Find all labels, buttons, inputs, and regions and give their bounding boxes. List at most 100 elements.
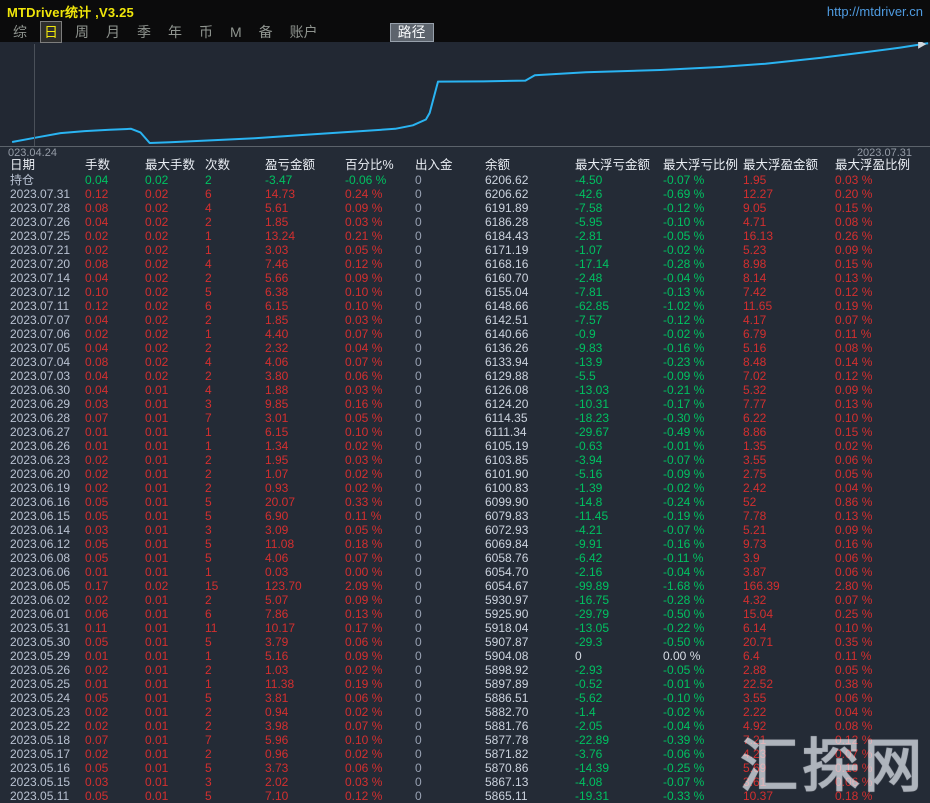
table-row[interactable]: 2023.06.20 0.02 0.01 2 1.07 0.02 % 0 6101.90 -5.… bbox=[10, 467, 930, 481]
cell-pct: 0.06 % bbox=[345, 691, 383, 705]
table-row[interactable]: 2023.07.31 0.12 0.02 6 14.73 0.24 % 0 6206.62 -4… bbox=[10, 187, 930, 201]
cell-balance: 6142.51 bbox=[485, 313, 529, 327]
table-row[interactable]: 2023.07.07 0.04 0.02 2 1.85 0.03 % 0 6142.51 -7.… bbox=[10, 313, 930, 327]
table-row[interactable]: 2023.05.26 0.02 0.01 2 1.03 0.02 % 0 5898.92 -2.… bbox=[10, 663, 930, 677]
cell-max-float-profit: 5.69 bbox=[743, 761, 767, 775]
cell-max-float-profit: 16.13 bbox=[743, 229, 774, 243]
cell-max-lots: 0.02 bbox=[145, 299, 169, 313]
cell-max-float-loss-pct: -0.05 % bbox=[663, 663, 705, 677]
menu-item-month[interactable]: 月 bbox=[103, 22, 123, 42]
table-row[interactable]: 2023.06.06 0.01 0.01 1 0.03 0.00 % 0 6054.70 -2.… bbox=[10, 565, 930, 579]
menu-item-week[interactable]: 周 bbox=[72, 22, 92, 42]
table-row[interactable]: 2023.06.27 0.01 0.01 1 6.15 0.10 % 0 6111.34 -29… bbox=[10, 425, 930, 439]
table-row[interactable]: 2023.05.29 0.01 0.01 1 5.16 0.09 % 0 5904.08 0 0.… bbox=[10, 649, 930, 663]
table-row[interactable]: 2023.05.16 0.05 0.01 5 3.73 0.06 % 0 5870.86 -14… bbox=[10, 761, 930, 775]
table-row[interactable]: 2023.05.22 0.02 0.01 2 3.98 0.07 % 0 5881.76 -2.… bbox=[10, 719, 930, 733]
cell-max-float-profit-pct: 0.26 % bbox=[835, 229, 873, 243]
path-button[interactable]: 路径 bbox=[389, 22, 434, 42]
cell-pct: 0.13 % bbox=[345, 607, 383, 621]
cell-balance: 5871.82 bbox=[485, 747, 529, 761]
column-header-max-float-profit: 最大浮盈金额 bbox=[743, 158, 819, 172]
table-row[interactable]: 2023.07.05 0.04 0.02 2 2.32 0.04 % 0 6136.26 -9.… bbox=[10, 341, 930, 355]
cell-balance: 5907.87 bbox=[485, 635, 529, 649]
cell-balance: 5877.78 bbox=[485, 733, 529, 747]
cell-max-lots: 0.01 bbox=[145, 495, 169, 509]
table-row[interactable]: 2023.07.11 0.12 0.02 6 6.15 0.10 % 0 6148.66 -62… bbox=[10, 299, 930, 313]
menu-item-year[interactable]: 年 bbox=[165, 22, 185, 42]
table-row[interactable]: 2023.07.20 0.08 0.02 4 7.46 0.12 % 0 6168.16 -17… bbox=[10, 257, 930, 271]
menu-item-day[interactable]: 日 bbox=[40, 21, 62, 43]
menu-item-currency[interactable]: 币 bbox=[196, 22, 216, 42]
table-row[interactable]: 2023.07.28 0.08 0.02 4 5.61 0.09 % 0 6191.89 -7.… bbox=[10, 201, 930, 215]
table-row[interactable]: 2023.05.25 0.01 0.01 1 11.38 0.19 % 0 5897.89 -0… bbox=[10, 677, 930, 691]
cell-times: 1 bbox=[205, 649, 212, 663]
cell-date: 2023.06.08 bbox=[10, 551, 71, 565]
cell-lots: 0.12 bbox=[85, 187, 109, 201]
table-row[interactable]: 2023.05.11 0.05 0.01 5 7.10 0.12 % 0 5865.11 -19… bbox=[10, 789, 930, 803]
cell-max-float-profit-pct: 0.06 % bbox=[835, 775, 873, 789]
table-row[interactable]: 2023.06.01 0.06 0.01 6 7.86 0.13 % 0 5925.90 -29… bbox=[10, 607, 930, 621]
table-row[interactable]: 2023.06.12 0.05 0.01 5 11.08 0.18 % 0 6069.84 -9… bbox=[10, 537, 930, 551]
table-row[interactable]: 2023.05.24 0.05 0.01 5 3.81 0.06 % 0 5886.51 -5.… bbox=[10, 691, 930, 705]
table-row[interactable]: 2023.05.17 0.02 0.01 2 0.96 0.02 % 0 5871.82 -3.… bbox=[10, 747, 930, 761]
table-row[interactable]: 2023.06.30 0.04 0.01 4 1.88 0.03 % 0 6126.08 -13… bbox=[10, 383, 930, 397]
table-row[interactable]: 2023.05.30 0.05 0.01 5 3.79 0.06 % 0 5907.87 -29… bbox=[10, 635, 930, 649]
cell-times: 1 bbox=[205, 677, 212, 691]
menu-item-m[interactable]: M bbox=[227, 24, 245, 40]
table-row[interactable]: 2023.06.28 0.07 0.01 7 3.01 0.05 % 0 6114.35 -18… bbox=[10, 411, 930, 425]
menu-bar: 综日周月季年币 M 备账户 路径 bbox=[0, 21, 930, 43]
table-row[interactable]: 2023.06.19 0.02 0.01 2 0.93 0.02 % 0 6100.83 -1.… bbox=[10, 481, 930, 495]
cell-max-float-profit: 4.32 bbox=[743, 593, 767, 607]
table-row[interactable]: 2023.06.29 0.03 0.01 3 9.85 0.16 % 0 6124.20 -10… bbox=[10, 397, 930, 411]
cell-pl: 6.15 bbox=[265, 299, 289, 313]
cell-max-lots: 0.02 bbox=[145, 257, 169, 271]
menu-item-quarter[interactable]: 季 bbox=[134, 22, 154, 42]
cell-max-lots: 0.01 bbox=[145, 621, 169, 635]
cell-date: 2023.06.12 bbox=[10, 537, 71, 551]
table-row[interactable]: 2023.07.25 0.02 0.02 1 13.24 0.21 % 0 6184.43 -2… bbox=[10, 229, 930, 243]
table-row[interactable]: 2023.07.04 0.08 0.02 4 4.06 0.07 % 0 6133.94 -13… bbox=[10, 355, 930, 369]
table-row[interactable]: 2023.06.14 0.03 0.01 3 3.09 0.05 % 0 6072.93 -4.… bbox=[10, 523, 930, 537]
cell-max-lots: 0.01 bbox=[145, 775, 169, 789]
table-row[interactable]: 2023.05.31 0.11 0.01 11 10.17 0.17 % 0 5918.04 -… bbox=[10, 621, 930, 635]
cell-max-float-profit-pct: 0.10 % bbox=[835, 411, 873, 425]
table-row[interactable]: 2023.06.23 0.02 0.01 2 1.95 0.03 % 0 6103.85 -3.… bbox=[10, 453, 930, 467]
cell-lots: 0.08 bbox=[85, 355, 109, 369]
cell-pct: 0.05 % bbox=[345, 411, 383, 425]
site-link[interactable]: http://mtdriver.cn bbox=[827, 4, 923, 19]
cell-balance: 6069.84 bbox=[485, 537, 529, 551]
menu-item-note[interactable]: 备 bbox=[256, 22, 276, 42]
cell-balance: 6114.35 bbox=[485, 411, 528, 425]
cell-pct: 0.10 % bbox=[345, 733, 383, 747]
column-header-max-float-profit-pct: 最大浮盈比例 bbox=[835, 158, 911, 172]
cell-max-lots: 0.01 bbox=[145, 607, 169, 621]
mtdriver-window: MTDriver统计 ,V3.25 http://mtdriver.cn 综日周… bbox=[0, 0, 930, 803]
cell-lots: 0.05 bbox=[85, 495, 109, 509]
cell-max-float-profit-pct: 0.13 % bbox=[835, 397, 873, 411]
table-row[interactable]: 2023.06.02 0.02 0.01 2 5.07 0.09 % 0 5930.97 -16… bbox=[10, 593, 930, 607]
table-row[interactable]: 2023.07.14 0.04 0.02 2 5.66 0.09 % 0 6160.70 -2.… bbox=[10, 271, 930, 285]
menu-item-account[interactable]: 账户 bbox=[287, 22, 321, 42]
table-row[interactable]: 2023.07.21 0.02 0.02 1 3.03 0.05 % 0 6171.19 -1.… bbox=[10, 243, 930, 257]
table-row[interactable]: 2023.05.18 0.07 0.01 7 5.96 0.10 % 0 5877.78 -22… bbox=[10, 733, 930, 747]
cell-max-float-loss-pct: -0.11 % bbox=[663, 551, 704, 565]
cell-in-out: 0 bbox=[415, 705, 422, 719]
table-row[interactable]: 2023.07.12 0.10 0.02 5 6.38 0.10 % 0 6155.04 -7.… bbox=[10, 285, 930, 299]
cell-in-out: 0 bbox=[415, 649, 422, 663]
cell-max-float-loss-pct: -0.01 % bbox=[663, 677, 705, 691]
menu-item-summary[interactable]: 综 bbox=[10, 22, 30, 42]
table-row[interactable]: 2023.05.15 0.03 0.01 3 2.02 0.03 % 0 5867.13 -4.… bbox=[10, 775, 930, 789]
table-row[interactable]: 2023.06.15 0.05 0.01 5 6.90 0.11 % 0 6079.83 -11… bbox=[10, 509, 930, 523]
table-row[interactable]: 2023.06.08 0.05 0.01 5 4.06 0.07 % 0 6058.76 -6.… bbox=[10, 551, 930, 565]
table-row[interactable]: 2023.06.05 0.17 0.02 15 123.70 2.09 % 0 6054.67… bbox=[10, 579, 930, 593]
cell-pl: 1.03 bbox=[265, 663, 289, 677]
table-row[interactable]: 2023.06.16 0.05 0.01 5 20.07 0.33 % 0 6099.90 -1… bbox=[10, 495, 930, 509]
table-row[interactable]: 2023.07.06 0.02 0.02 1 4.40 0.07 % 0 6140.66 -0.… bbox=[10, 327, 930, 341]
cell-max-lots: 0.02 bbox=[145, 215, 169, 229]
table-row[interactable]: 2023.07.03 0.04 0.02 2 3.80 0.06 % 0 6129.88 -5.… bbox=[10, 369, 930, 383]
table-row[interactable]: 2023.05.23 0.02 0.01 2 0.94 0.02 % 0 5882.70 -1.… bbox=[10, 705, 930, 719]
table-row[interactable]: 2023.06.26 0.01 0.01 1 1.34 0.02 % 0 6105.19 -0.… bbox=[10, 439, 930, 453]
table-row-position[interactable]: 持仓 0.04 0.02 2 -3.47 -0.06 % 0 6206.62 -4.50 -0.0… bbox=[10, 173, 930, 187]
cell-in-out: 0 bbox=[415, 425, 422, 439]
table-row[interactable]: 2023.07.26 0.04 0.02 2 1.85 0.03 % 0 6186.28 -5.… bbox=[10, 215, 930, 229]
